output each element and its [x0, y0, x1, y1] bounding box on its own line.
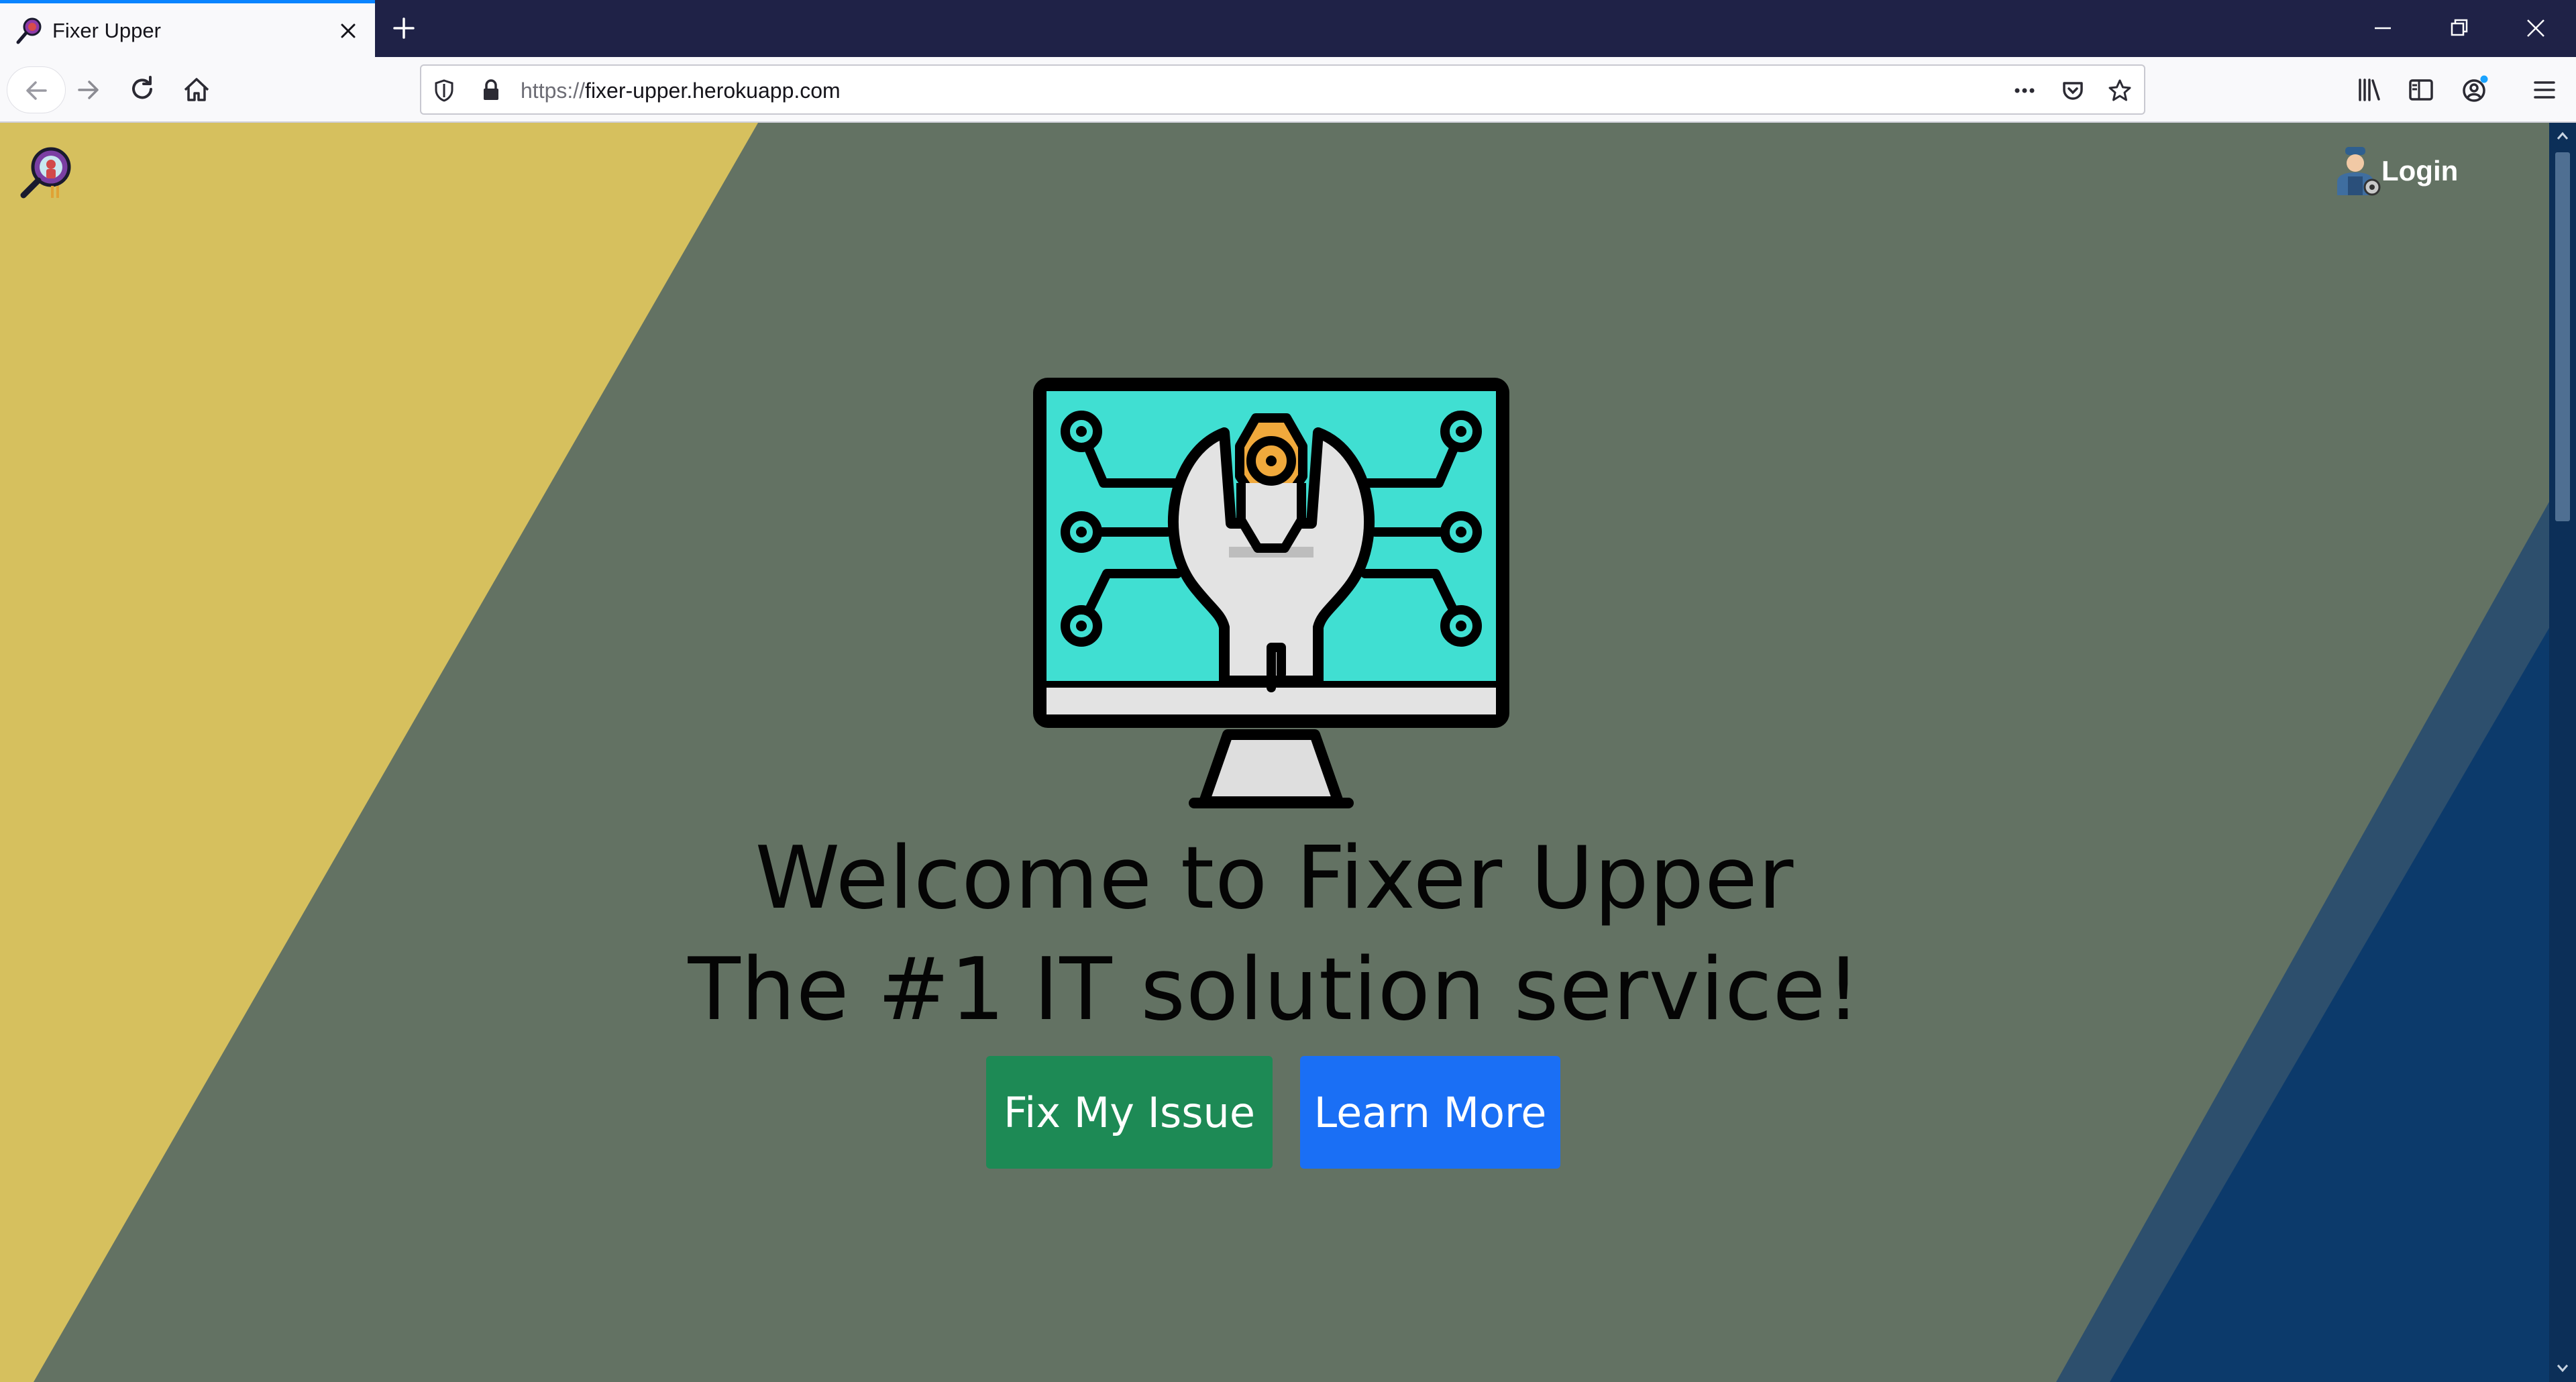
- page-scrollbar[interactable]: [2549, 123, 2576, 1382]
- forward-button[interactable]: [71, 72, 107, 108]
- sidebar-icon[interactable]: [2403, 72, 2439, 108]
- scroll-up-icon[interactable]: [2556, 131, 2569, 142]
- site-logo-icon[interactable]: [17, 143, 75, 201]
- new-tab-icon[interactable]: [389, 13, 419, 43]
- minimize-icon[interactable]: [2368, 13, 2398, 43]
- monitor-wrench-icon: [1033, 378, 1509, 808]
- hero-title-line2: The #1 IT solution service!: [688, 940, 1862, 1040]
- restore-icon[interactable]: [2445, 13, 2474, 43]
- hero-title-line1: Welcome to Fixer Upper: [755, 829, 1794, 928]
- learn-more-button[interactable]: Learn More: [1300, 1056, 1560, 1169]
- url-host: fixer-upper.herokuapp.com: [585, 78, 841, 103]
- lock-icon[interactable]: [478, 77, 504, 104]
- login-label: Login: [2381, 155, 2459, 187]
- browser-tab[interactable]: Fixer Upper: [0, 0, 375, 57]
- back-button[interactable]: [7, 66, 66, 113]
- pocket-icon[interactable]: [2059, 77, 2086, 104]
- fix-my-issue-button[interactable]: Fix My Issue: [986, 1056, 1273, 1169]
- hamburger-menu-icon[interactable]: [2526, 72, 2563, 108]
- favicon-icon: [16, 17, 42, 44]
- tab-title: Fixer Upper: [52, 19, 161, 42]
- close-tab-icon[interactable]: [335, 18, 361, 44]
- bookmark-star-icon[interactable]: [2106, 77, 2133, 104]
- browser-titlebar: Fixer Upper: [0, 0, 2576, 57]
- more-actions-icon[interactable]: [2011, 77, 2038, 104]
- scrollbar-thumb[interactable]: [2555, 152, 2570, 521]
- technician-avatar-icon: [2337, 147, 2381, 196]
- scroll-down-icon[interactable]: [2556, 1363, 2569, 1373]
- url-scheme: https://: [521, 78, 586, 103]
- address-bar[interactable]: https://fixer-upper.herokuapp.com: [420, 64, 2145, 115]
- shield-icon[interactable]: [431, 77, 458, 104]
- login-link[interactable]: Login: [2328, 144, 2458, 198]
- close-window-icon[interactable]: [2521, 13, 2551, 43]
- library-icon[interactable]: [2351, 72, 2387, 108]
- home-button[interactable]: [178, 72, 215, 108]
- page-viewport: Login Welcome to Fixer Upper The #1 IT s…: [0, 123, 2549, 1382]
- account-icon[interactable]: [2457, 72, 2493, 108]
- reload-button[interactable]: [125, 72, 161, 108]
- arrow-left-icon: [26, 81, 47, 100]
- browser-toolbar: https://fixer-upper.herokuapp.com: [0, 57, 2576, 123]
- url-text[interactable]: https://fixer-upper.herokuapp.com: [521, 78, 841, 103]
